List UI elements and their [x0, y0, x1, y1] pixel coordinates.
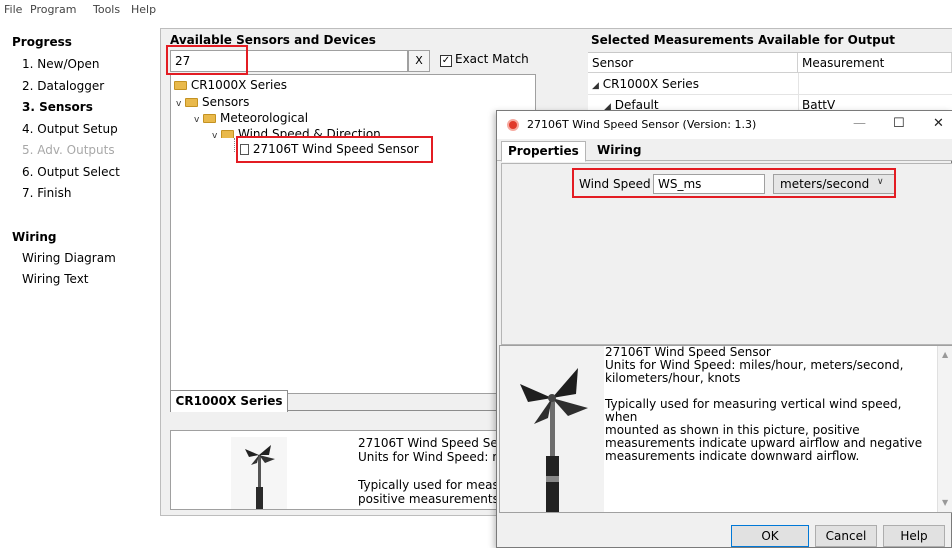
progress-heading: Progress [12, 35, 72, 49]
tab-cr1000x-series[interactable]: CR1000X Series [170, 390, 288, 412]
dialog-title: 27106T Wind Speed Sensor (Version: 1.3) [527, 118, 757, 131]
step-new-open[interactable]: 1. New/Open [22, 57, 100, 71]
tree-node-27106t[interactable]: 27106T Wind Speed Sensor [240, 142, 419, 156]
collapse-icon[interactable]: ◢ [592, 81, 599, 91]
maximize-button[interactable]: ☐ [893, 116, 905, 131]
tab-wiring[interactable]: Wiring [591, 141, 648, 162]
folder-icon [174, 81, 187, 90]
description-line: Typically used for measuring vertical wi… [605, 397, 902, 424]
chevron-down-icon[interactable]: v [194, 115, 199, 125]
menu-file[interactable]: File [4, 3, 22, 16]
scroll-down-icon[interactable]: ▼ [942, 498, 948, 507]
tab-properties[interactable]: Properties [501, 141, 586, 162]
step-adv-outputs: 5. Adv. Outputs [22, 143, 115, 157]
tree-node-label: Sensors [201, 95, 250, 109]
chevron-down-icon[interactable]: ∨ [877, 177, 884, 187]
preview-description: 27106T Wind Speed Sensor Units for Wind … [358, 436, 498, 506]
table-cell-sensor: CR1000X Series [602, 77, 699, 91]
row-divider [588, 94, 952, 95]
exact-match-checkbox[interactable]: ✓ [440, 55, 452, 67]
selected-measurements-title: Selected Measurements Available for Outp… [591, 33, 895, 47]
chevron-down-icon[interactable]: v [212, 131, 217, 138]
tree-node-label: Meteorological [219, 111, 309, 125]
column-header-measurement[interactable]: Measurement [798, 53, 952, 73]
step-sensors[interactable]: 3. Sensors [22, 100, 93, 114]
dialog-titlebar[interactable]: 27106T Wind Speed Sensor (Version: 1.3) … [497, 111, 952, 139]
tree-node-label: CR1000X Series [190, 78, 288, 92]
exact-match-label: Exact Match [455, 52, 529, 66]
tree-connector [234, 138, 235, 152]
dialog-tabstrip: Properties Wiring [497, 139, 952, 162]
tree-node-sensors[interactable]: v Sensors [176, 95, 249, 109]
wind-sensor-image [231, 437, 287, 509]
description-line: kilometers/hour, knots [605, 371, 741, 385]
step-finish[interactable]: 7. Finish [22, 186, 71, 200]
dialog-description-text: 27106T Wind Speed Sensor Units for Wind … [605, 346, 937, 463]
folder-icon [203, 114, 217, 123]
ok-button[interactable]: OK [731, 525, 809, 547]
column-header-sensor[interactable]: Sensor [588, 53, 798, 73]
wiring-heading: Wiring [12, 230, 57, 244]
help-button[interactable]: Help [883, 525, 945, 547]
preview-line: 27106T Wind Speed Sensor [358, 436, 498, 450]
tree-node-label: 27106T Wind Speed Sensor [252, 142, 419, 156]
tree-node-meteorological[interactable]: v Meteorological [194, 111, 308, 125]
folder-icon [185, 98, 199, 107]
preview-line: Typically used for measuring [358, 478, 498, 492]
minimize-button[interactable]: — [853, 116, 866, 131]
search-input[interactable] [170, 50, 408, 72]
description-scrollbar[interactable]: ▲ ▼ [937, 346, 952, 512]
document-icon [240, 144, 249, 155]
available-title: Available Sensors and Devices [170, 33, 376, 47]
preview-line [358, 464, 498, 478]
menu-help[interactable]: Help [131, 3, 156, 16]
wiring-diagram-link[interactable]: Wiring Diagram [22, 251, 116, 265]
step-output-select[interactable]: 6. Output Select [22, 165, 120, 179]
menu-tools[interactable]: Tools [93, 3, 120, 16]
preview-line: Units for Wind Speed: miles/hour [358, 450, 498, 464]
scroll-up-icon[interactable]: ▲ [942, 350, 948, 359]
step-datalogger[interactable]: 2. Datalogger [22, 79, 104, 93]
menu-program[interactable]: Program [30, 3, 76, 16]
wind-sensor-image [500, 346, 604, 512]
tree-node-cr1000x[interactable]: CR1000X Series [174, 78, 287, 92]
tree-node-label: Wind Speed & Direction [237, 127, 381, 138]
sensor-properties-dialog: 27106T Wind Speed Sensor (Version: 1.3) … [496, 110, 952, 548]
description-line: measurements indicate downward airflow. [605, 449, 860, 463]
preview-line: positive measurements [358, 492, 498, 506]
clear-search-button[interactable]: X [408, 50, 430, 72]
cancel-button[interactable]: Cancel [815, 525, 877, 547]
app-icon [507, 119, 519, 131]
step-output-setup[interactable]: 4. Output Setup [22, 122, 118, 136]
wiring-text-link[interactable]: Wiring Text [22, 272, 89, 286]
menu-bar: File Program Tools Help [0, 0, 952, 20]
wind-speed-label: Wind Speed [579, 177, 651, 191]
table-row[interactable]: ◢ CR1000X Series [592, 77, 699, 91]
wind-speed-name-input[interactable] [653, 174, 765, 194]
close-button[interactable]: ✕ [933, 116, 944, 131]
tree-node-wind-speed-direction[interactable]: v Wind Speed & Direction [212, 127, 381, 138]
chevron-down-icon[interactable]: v [176, 99, 181, 109]
folder-icon [221, 130, 235, 138]
